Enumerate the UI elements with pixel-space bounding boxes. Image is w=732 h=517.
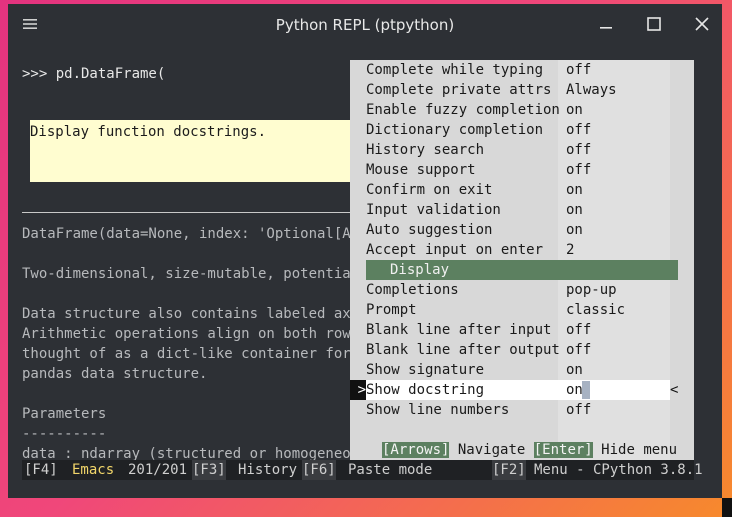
option-value: on (566, 382, 583, 398)
option-value: on (566, 202, 583, 218)
title-bar: Python REPL (ptpython) (8, 4, 722, 46)
text-cursor (582, 381, 590, 399)
terminal-area[interactable]: >>> pd.DataFrame( Display function docst… (8, 46, 722, 498)
option-label: Show line numbers (366, 402, 510, 418)
option-value: pop-up (566, 282, 617, 298)
option-value: off (566, 342, 592, 358)
option-complete-private-attrs[interactable]: Complete private attrs Always (350, 80, 694, 100)
selection-marker-right: < (670, 382, 679, 398)
docstring-line: DataFrame(data=None, index: 'Optional[Ax… (22, 226, 368, 242)
option-label: Show signature (366, 362, 485, 378)
menu-hint: [Arrows] Navigate [Enter] Hide menu (382, 440, 677, 460)
navigate-label: Navigate (449, 442, 534, 458)
options-menu: Complete while typing off Complete privat… (350, 60, 694, 460)
maximize-icon[interactable] (644, 14, 664, 34)
docstring-tooltip-text: Display function docstrings. (30, 124, 267, 140)
menu-python-info: Menu - CPython 3.8.1 (534, 462, 703, 478)
option-label: Blank line after input (366, 322, 552, 338)
option-label: Enable fuzzy completion (366, 102, 560, 118)
option-value: classic (566, 302, 626, 318)
option-complete-while-typing[interactable]: Complete while typing off (350, 60, 694, 80)
status-toolbar: [F4] Emacs 201/201 [F3] History [F6] Pas… (22, 460, 703, 480)
option-label: Auto suggestion (366, 222, 493, 238)
option-label: Dictionary completion (366, 122, 544, 138)
history-counter: 201/201 (128, 462, 188, 478)
enter-key-hint: [Enter] (533, 442, 593, 458)
f4-key[interactable]: [F4] (24, 460, 58, 480)
option-confirm-on-exit[interactable]: Confirm on exit on (350, 180, 694, 200)
background-edge (722, 498, 732, 517)
arrows-key-hint: [Arrows] (382, 442, 450, 458)
option-show-line-numbers[interactable]: Show line numbers off (350, 400, 694, 420)
option-value: off (566, 322, 592, 338)
option-label: Completions (366, 282, 459, 298)
option-value: 2 (566, 242, 575, 258)
option-value: off (566, 122, 592, 138)
docstring-line: ---------- (22, 426, 107, 442)
option-label: Accept input on enter (366, 242, 544, 258)
option-value: off (566, 162, 592, 178)
terminal-window: Python REPL (ptpython) >>> pd.DataFrame(… (8, 4, 722, 498)
option-value: on (566, 222, 583, 238)
option-show-docstring[interactable]: Show docstring on (350, 380, 694, 400)
option-enable-fuzzy-completion[interactable]: Enable fuzzy completion on (350, 100, 694, 120)
option-label: Input validation (366, 202, 501, 218)
option-prompt[interactable]: Prompt classic (350, 300, 694, 320)
docstring-line: Parameters (22, 406, 107, 422)
editing-mode: Emacs (72, 462, 115, 478)
docstring-line: pandas data structure. (22, 366, 208, 382)
option-value: off (566, 402, 592, 418)
minimize-icon[interactable] (596, 14, 616, 34)
option-history-search[interactable]: History search off (350, 140, 694, 160)
option-label: Confirm on exit (366, 182, 493, 198)
option-blank-line-after-input[interactable]: Blank line after input off (350, 320, 694, 340)
option-value: off (566, 142, 592, 158)
section-label: Display (390, 262, 450, 278)
hide-menu-label: Hide menu (592, 442, 678, 458)
docstring-line: Two-dimensional, size-mutable, potential… (22, 266, 368, 282)
option-label: Mouse support (366, 162, 476, 178)
option-mouse-support[interactable]: Mouse support off (350, 160, 694, 180)
option-dictionary-completion[interactable]: Dictionary completion off (350, 120, 694, 140)
f2-key[interactable]: [F2] (492, 460, 526, 480)
option-value: Always (566, 82, 617, 98)
option-value: on (566, 102, 583, 118)
docstring-line: thought of as a dict-like container for … (22, 346, 368, 362)
paste-mode-label: Paste mode (348, 462, 433, 478)
option-value: on (566, 362, 583, 378)
option-input-validation[interactable]: Input validation on (350, 200, 694, 220)
history-label: History (238, 462, 298, 478)
input-line: >>> pd.DataFrame( (22, 66, 166, 82)
option-label: Prompt (366, 302, 417, 318)
docstring-divider (22, 212, 362, 213)
option-show-signature[interactable]: Show signature on (350, 360, 694, 380)
option-label: Complete private attrs (366, 82, 552, 98)
close-icon[interactable] (692, 14, 712, 34)
option-blank-line-after-output[interactable]: Blank line after output off (350, 340, 694, 360)
docstring-tooltip: Display function docstrings. (30, 120, 350, 182)
docstring-line: Arithmetic operations align on both row … (22, 326, 368, 342)
option-value: on (566, 182, 583, 198)
f3-key[interactable]: [F3] (192, 460, 226, 480)
option-completions[interactable]: Completions pop-up (350, 280, 694, 300)
option-label: Complete while typing (366, 62, 544, 78)
option-label: Show docstring (366, 382, 485, 398)
option-value: off (566, 62, 592, 78)
f6-key[interactable]: [F6] (302, 460, 336, 480)
option-auto-suggestion[interactable]: Auto suggestion on (350, 220, 694, 240)
option-label: Blank line after output (366, 342, 560, 358)
option-accept-input-on-enter[interactable]: Accept input on enter 2 (350, 240, 694, 260)
option-label: History search (366, 142, 485, 158)
menu-section-display: Display (366, 260, 678, 280)
docstring-line: Data structure also contains labeled axe… (22, 306, 368, 322)
